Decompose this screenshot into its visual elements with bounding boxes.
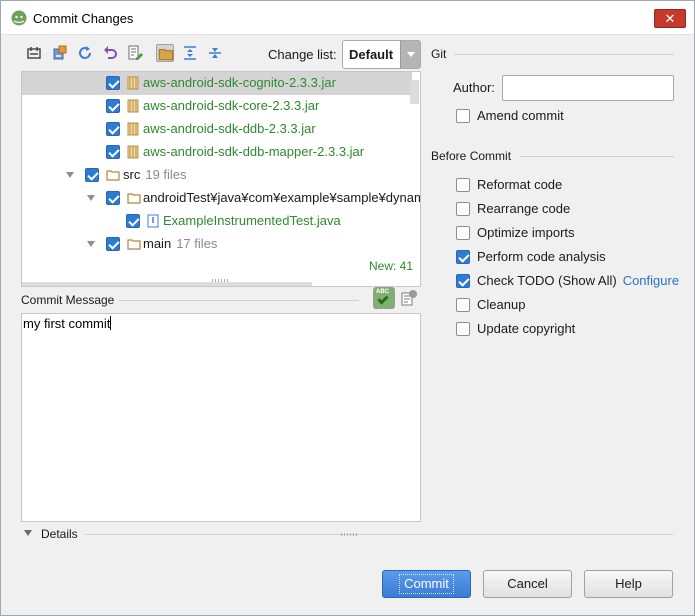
commit-button-label: Commit (399, 574, 454, 594)
jar-icon (127, 145, 140, 159)
expand-arrow-icon[interactable] (87, 241, 95, 247)
tree-row[interactable]: aws-android-sdk-core-2.3.3.jar (22, 95, 412, 118)
chevron-down-icon[interactable] (400, 41, 420, 68)
file-checkbox[interactable] (106, 76, 120, 90)
check-icon (377, 293, 389, 305)
expand-arrow-icon[interactable] (87, 195, 95, 201)
check-todo-label: Check TODO (Show All) Configure (477, 273, 680, 288)
new-files-count: New: 41 (369, 259, 414, 273)
amend-commit-label: Amend commit (477, 108, 564, 123)
before-commit-title: Before Commit (431, 149, 512, 163)
expand-all-icon[interactable] (181, 44, 199, 62)
file-checkbox[interactable] (106, 99, 120, 113)
tree-row[interactable]: ExampleInstrumentedTest.java (22, 210, 412, 233)
file-count: 17 files (176, 236, 218, 251)
optimize-imports-checkbox[interactable] (456, 226, 470, 240)
details-splitter-handle[interactable] (341, 533, 357, 536)
file-name: aws-android-sdk-ddb-2.3.3.jar (143, 121, 316, 136)
folder-icon (127, 237, 141, 251)
commit-history-icon[interactable] (400, 289, 418, 307)
optimize-imports-label: Optimize imports (477, 225, 575, 240)
divider (454, 54, 674, 55)
changelist-select[interactable]: Default (342, 40, 421, 69)
close-button[interactable]: ✕ (654, 9, 686, 28)
edit-source-icon[interactable] (126, 44, 144, 62)
tree-row[interactable]: src 19 files (22, 164, 412, 187)
update-copyright-checkbox[interactable] (456, 322, 470, 336)
rollback-icon[interactable] (101, 44, 119, 62)
reformat-code-checkbox[interactable] (456, 178, 470, 192)
commit-button[interactable]: Commit (382, 570, 471, 598)
splitter-handle[interactable] (212, 279, 228, 282)
author-label: Author: (453, 80, 495, 95)
git-section-title: Git (431, 47, 447, 61)
group-by-directory-icon[interactable] (156, 44, 174, 62)
jar-icon (127, 122, 140, 136)
file-checkbox[interactable] (106, 122, 120, 136)
file-checkbox[interactable] (106, 145, 120, 159)
window-title: Commit Changes (33, 11, 134, 26)
perform-code-analysis-checkbox[interactable] (456, 250, 470, 264)
changelist-value: Default (349, 47, 394, 62)
details-label[interactable]: Details (41, 527, 78, 541)
title-bar: Commit Changes ✕ (1, 1, 694, 35)
tree-row[interactable]: aws-android-sdk-cognito-2.3.3.jar (22, 72, 412, 95)
text-caret (110, 316, 112, 330)
update-copyright-label: Update copyright (477, 321, 576, 336)
details-toggle-icon[interactable] (24, 530, 32, 536)
commit-message-label: Commit Message (21, 293, 115, 307)
file-name: aws-android-sdk-cognito-2.3.3.jar (143, 75, 336, 90)
commit-message-input[interactable]: my first commit (21, 313, 421, 522)
spellcheck-icon[interactable]: ABC (373, 287, 395, 309)
folder-icon (127, 191, 141, 205)
reformat-code-label: Reformat code (477, 177, 563, 192)
tree-horizontal-scrollbar[interactable] (22, 282, 312, 286)
file-name: aws-android-sdk-core-2.3.3.jar (143, 98, 320, 113)
changes-tree[interactable]: aws-android-sdk-cognito-2.3.3.jar aws-an… (21, 71, 421, 287)
move-to-changelist-icon[interactable] (51, 44, 69, 62)
tree-row[interactable]: aws-android-sdk-ddb-2.3.3.jar (22, 118, 412, 141)
file-name: ExampleInstrumentedTest.java (163, 213, 341, 228)
jar-icon (127, 99, 140, 113)
expand-arrow-icon[interactable] (66, 172, 74, 178)
jar-icon (127, 76, 140, 90)
perform-code-analysis-label: Perform code analysis (477, 249, 606, 264)
tree-row[interactable]: main 17 files (22, 233, 412, 256)
help-button[interactable]: Help (584, 570, 673, 598)
rearrange-code-label: Rearrange code (477, 201, 571, 216)
folder-checkbox[interactable] (106, 237, 120, 251)
divider (119, 300, 359, 301)
file-name: aws-android-sdk-ddb-mapper-2.3.3.jar (143, 144, 365, 159)
dialog-content: Change list: Default aws-android-sdk-cog… (1, 35, 694, 615)
divider (520, 156, 674, 157)
tree-row[interactable]: androidTest¥java¥com¥example¥sample¥dyna… (22, 187, 421, 210)
commit-changes-dialog: Commit Changes ✕ Change list: Default aw… (0, 0, 695, 616)
tree-row[interactable]: aws-android-sdk-ddb-mapper-2.3.3.jar (22, 141, 412, 164)
refresh-icon[interactable] (76, 44, 94, 62)
folder-name: src 19 files (123, 167, 187, 182)
author-input[interactable] (502, 75, 674, 101)
commit-message-text: my first commit (23, 316, 111, 331)
check-todo-checkbox[interactable] (456, 274, 470, 288)
changelist-label: Change list: (268, 47, 337, 62)
folder-icon (106, 168, 120, 182)
divider (85, 534, 673, 535)
file-count: 19 files (145, 167, 187, 182)
folder-checkbox[interactable] (85, 168, 99, 182)
java-file-icon (147, 214, 160, 228)
folder-checkbox[interactable] (106, 191, 120, 205)
folder-name: androidTest¥java¥com¥example¥sample¥dyna… (143, 190, 421, 205)
collapse-all-icon[interactable] (206, 44, 224, 62)
file-checkbox[interactable] (126, 214, 140, 228)
configure-link[interactable]: Configure (623, 273, 679, 288)
folder-name: main 17 files (143, 236, 218, 251)
android-studio-icon (11, 10, 27, 26)
cancel-button[interactable]: Cancel (483, 570, 572, 598)
amend-commit-checkbox[interactable] (456, 109, 470, 123)
tree-vertical-scrollbar[interactable] (410, 80, 419, 104)
cleanup-checkbox[interactable] (456, 298, 470, 312)
cleanup-label: Cleanup (477, 297, 526, 312)
rearrange-code-checkbox[interactable] (456, 202, 470, 216)
diff-icon[interactable] (25, 44, 43, 62)
